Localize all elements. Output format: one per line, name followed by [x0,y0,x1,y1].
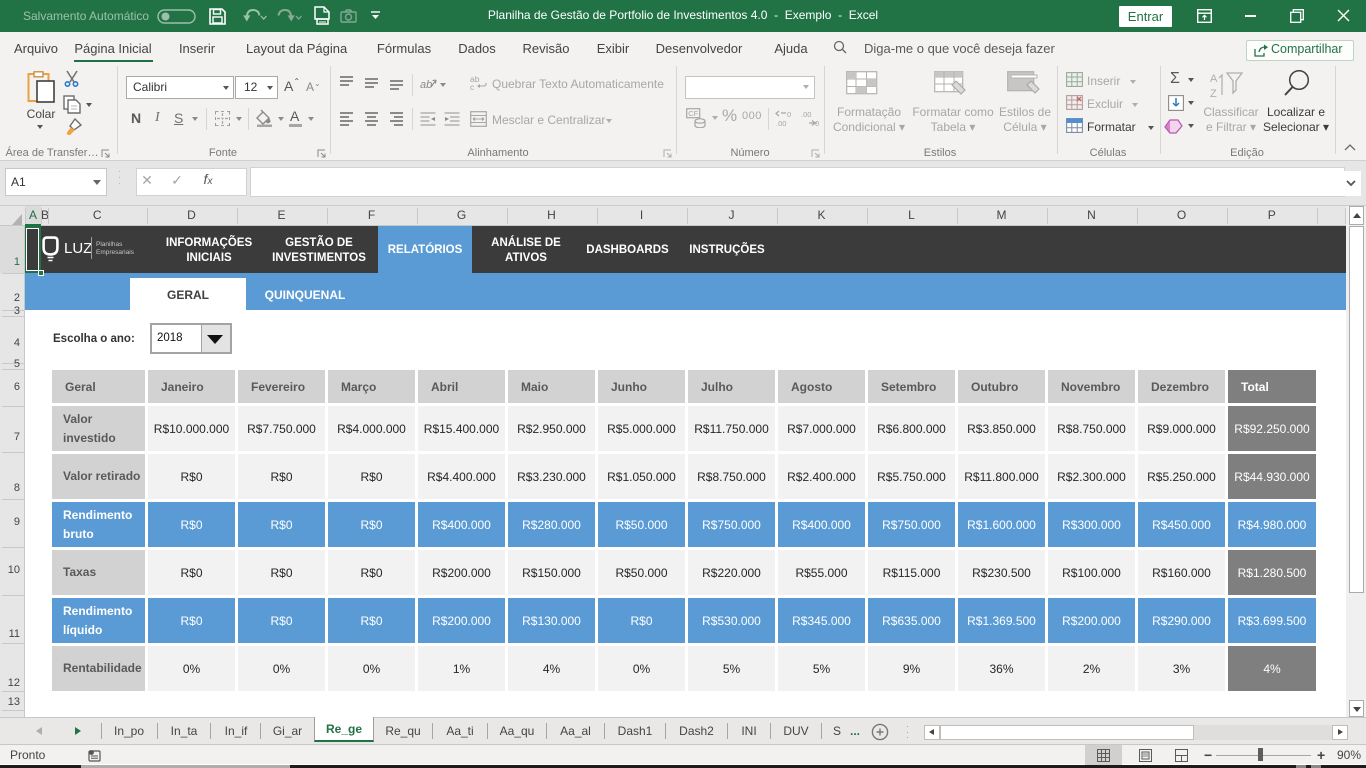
svg-text:0: 0 [787,110,791,119]
svg-text:Z: Z [1210,88,1217,100]
svg-text:.00: .00 [801,110,811,119]
svg-text:ab: ab [420,79,432,91]
svg-text:.00: .00 [776,119,786,127]
svg-text:0: 0 [815,119,819,127]
svg-text:A: A [1210,73,1218,85]
svg-text:CF: CF [688,109,698,118]
